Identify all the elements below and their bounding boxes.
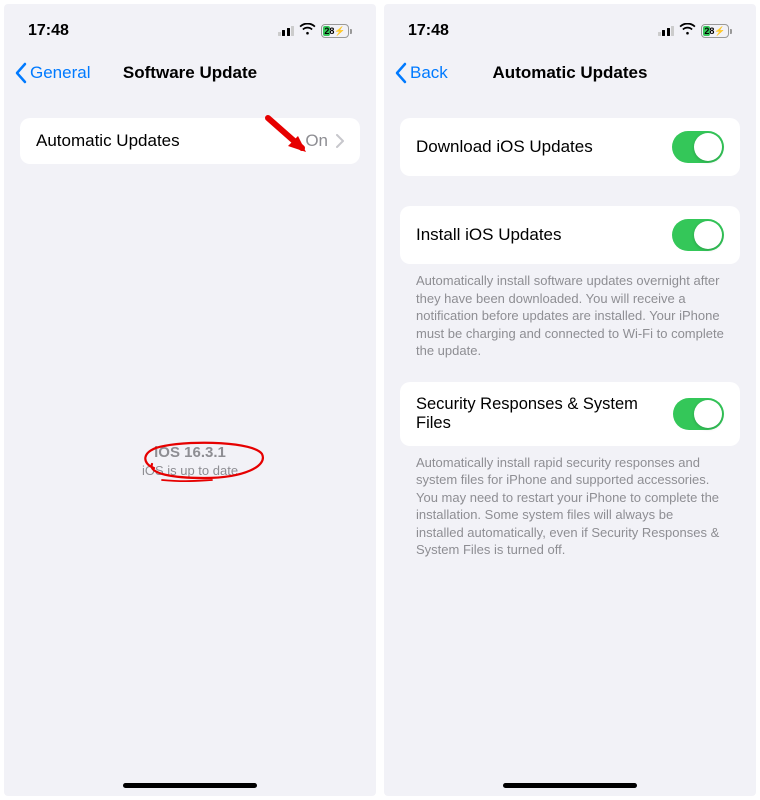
- status-bar: 17:48 28⚡: [384, 4, 756, 52]
- row-label: Automatic Updates: [36, 131, 180, 151]
- row-label: Install iOS Updates: [416, 225, 562, 245]
- back-label: General: [30, 63, 90, 83]
- battery-icon: 28⚡: [321, 24, 352, 38]
- download-updates-row: Download iOS Updates: [400, 118, 740, 176]
- security-footer-text: Automatically install rapid security res…: [400, 446, 740, 559]
- status-indicators: 28⚡: [278, 22, 353, 40]
- status-bar: 17:48 28⚡: [4, 4, 376, 52]
- row-value: On: [305, 131, 328, 151]
- back-button[interactable]: General: [14, 62, 90, 84]
- wifi-icon: [299, 22, 316, 40]
- settings-group: Automatic Updates On: [20, 118, 360, 164]
- ios-version-label: iOS 16.3.1: [4, 444, 376, 461]
- content-area: Automatic Updates On: [4, 118, 376, 164]
- status-indicators: 28⚡: [658, 22, 733, 40]
- settings-group-download: Download iOS Updates: [400, 118, 740, 176]
- back-button[interactable]: Back: [394, 62, 448, 84]
- download-updates-toggle[interactable]: [672, 131, 724, 163]
- home-indicator[interactable]: [503, 783, 637, 788]
- cellular-icon: [658, 26, 675, 36]
- security-responses-row: Security Responses & System Files: [400, 382, 740, 446]
- row-label: Download iOS Updates: [416, 137, 593, 157]
- cellular-icon: [278, 26, 295, 36]
- wifi-icon: [679, 22, 696, 40]
- row-label: Security Responses & System Files: [416, 395, 673, 433]
- uptodate-label: iOS is up to date: [4, 463, 376, 478]
- install-footer-text: Automatically install software updates o…: [400, 264, 740, 360]
- phone-automatic-updates: 17:48 28⚡ Back Automatic Updates Downloa…: [384, 4, 756, 796]
- install-updates-row: Install iOS Updates: [400, 206, 740, 264]
- chevron-left-icon: [394, 62, 408, 84]
- nav-bar: Back Automatic Updates: [384, 52, 756, 96]
- phone-software-update: 17:48 28⚡ General Software Update Automa…: [4, 4, 376, 796]
- settings-group-security: Security Responses & System Files: [400, 382, 740, 446]
- home-indicator[interactable]: [123, 783, 257, 788]
- install-updates-toggle[interactable]: [672, 219, 724, 251]
- security-responses-toggle[interactable]: [673, 398, 724, 430]
- back-label: Back: [410, 63, 448, 83]
- settings-group-install: Install iOS Updates: [400, 206, 740, 264]
- chevron-left-icon: [14, 62, 28, 84]
- automatic-updates-row[interactable]: Automatic Updates On: [20, 118, 360, 164]
- update-status: iOS 16.3.1 iOS is up to date: [4, 444, 376, 478]
- nav-bar: General Software Update: [4, 52, 376, 96]
- chevron-right-icon: [336, 134, 344, 148]
- content-area: Download iOS Updates Install iOS Updates…: [384, 118, 756, 559]
- status-time: 17:48: [28, 22, 69, 40]
- status-time: 17:48: [408, 22, 449, 40]
- battery-icon: 28⚡: [701, 24, 732, 38]
